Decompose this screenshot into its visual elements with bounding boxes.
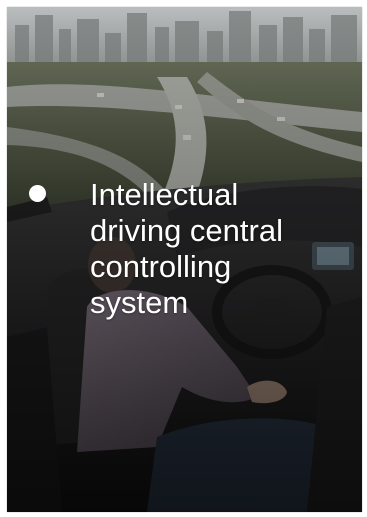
slide-card: Intellectual driving central controlling… [7,7,362,512]
feature-title: Intellectual driving central controlling… [90,177,283,320]
bullet-dot-icon [29,185,46,202]
feature-bullet-item: Intellectual driving central controlling… [29,177,349,321]
